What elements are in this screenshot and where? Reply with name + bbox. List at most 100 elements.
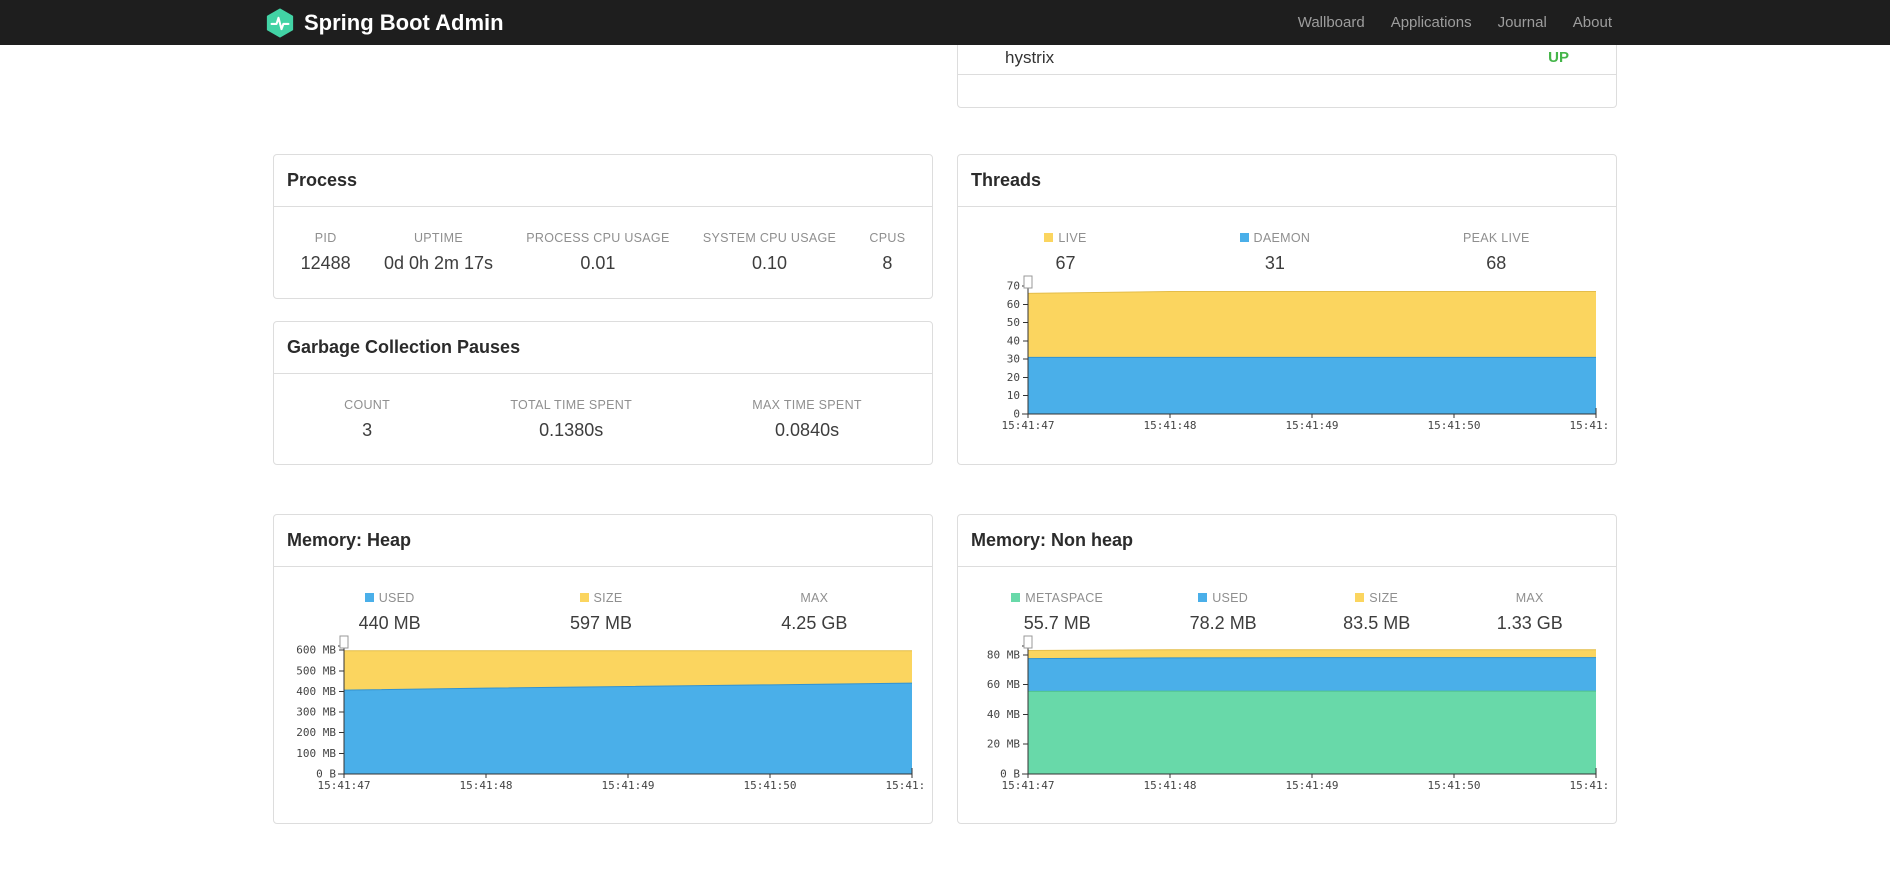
legend-item-used: USED 78.2 MB: [1190, 592, 1257, 634]
svg-text:20: 20: [1007, 371, 1020, 384]
legend-value: 440 MB: [358, 613, 421, 633]
svg-text:40: 40: [1007, 334, 1020, 347]
legend-label: USED: [1190, 592, 1257, 605]
stat-value: 0.10: [751, 253, 788, 273]
legend-item-max: MAX 1.33 GB: [1497, 592, 1563, 634]
svg-text:15:41:50: 15:41:50: [744, 779, 797, 792]
legend-label: LIVE: [1044, 232, 1086, 245]
legend-label: METASPACE: [1011, 592, 1103, 605]
svg-text:15:41:51: 15:41:51: [1570, 419, 1610, 432]
stat-label: PROCESS CPU USAGE: [526, 231, 670, 245]
process-card: Process PID 12488 UPTIME 0d 0h 2m 17s PR…: [273, 154, 933, 299]
left-column: Process PID 12488 UPTIME 0d 0h 2m 17s PR…: [273, 154, 933, 824]
legend-label: SIZE: [570, 592, 632, 605]
right-column: hystrix UP Threads LIVE 67 DAEMON 31 PEA…: [957, 8, 1617, 824]
process-stats: PID 12488 UPTIME 0d 0h 2m 17s PROCESS CP…: [274, 207, 932, 274]
gc-stats: COUNT 3 TOTAL TIME SPENT 0.1380s MAX TIM…: [274, 374, 932, 441]
stat-gc-count: COUNT 3: [344, 399, 390, 441]
stat-label: SYSTEM CPU USAGE: [702, 231, 837, 245]
svg-text:100 MB: 100 MB: [296, 747, 336, 760]
stat-value: 0d 0h 2m 17s: [383, 253, 494, 273]
legend-label: MAX: [1515, 591, 1544, 605]
stat-gc-max-time: MAX TIME SPENT 0.0840s: [752, 399, 862, 441]
stat-label: TOTAL TIME SPENT: [510, 398, 633, 412]
legend-item-used: USED 440 MB: [359, 592, 421, 634]
legend-label: SIZE: [1343, 592, 1410, 605]
legend-value: 78.2 MB: [1189, 613, 1257, 633]
size-color-swatch: [579, 593, 589, 602]
used-color-swatch: [364, 593, 374, 602]
svg-text:15:41:49: 15:41:49: [1286, 779, 1339, 792]
legend-item-daemon: DAEMON 31: [1239, 232, 1311, 274]
stat-process-cpu: PROCESS CPU USAGE 0.01: [526, 232, 669, 274]
nav-link-wallboard[interactable]: Wallboard: [1285, 14, 1378, 31]
application-name[interactable]: hystrix: [1005, 48, 1054, 68]
legend-value: 83.5 MB: [1343, 613, 1411, 633]
dashboard-columns: Process PID 12488 UPTIME 0d 0h 2m 17s PR…: [273, 8, 1617, 824]
svg-text:20 MB: 20 MB: [987, 738, 1020, 751]
memory-nonheap-card: Memory: Non heap METASPACE 55.7 MB USED …: [957, 514, 1617, 824]
stat-label: UPTIME: [413, 231, 463, 245]
svg-text:15:41:49: 15:41:49: [1286, 419, 1339, 432]
legend-value: 1.33 GB: [1496, 613, 1563, 633]
memory-nonheap-chart: 0 B 20 MB 40 MB 60 MB 80 MB 15:41:47 15:41:48 1…: [958, 634, 1616, 801]
svg-text:15:41:50: 15:41:50: [1428, 779, 1481, 792]
svg-text:15:41:48: 15:41:48: [1144, 779, 1197, 792]
stat-value: 8: [882, 253, 893, 273]
gc-card-title: Garbage Collection Pauses: [274, 322, 932, 374]
svg-text:15:41:47: 15:41:47: [318, 779, 371, 792]
legend-value: 597 MB: [569, 613, 633, 633]
stat-pid: PID 12488: [301, 232, 351, 274]
brand[interactable]: Spring Boot Admin: [265, 7, 504, 38]
legend-item-live: LIVE 67: [1044, 232, 1086, 274]
nav-link-applications[interactable]: Applications: [1378, 14, 1485, 31]
metaspace-color-swatch: [1011, 593, 1021, 602]
svg-text:15:41:50: 15:41:50: [1428, 419, 1481, 432]
svg-text:400 MB: 400 MB: [296, 685, 336, 698]
process-card-title: Process: [274, 155, 932, 207]
legend-item-size: SIZE 83.5 MB: [1343, 592, 1410, 634]
legend-value: 55.7 MB: [1023, 613, 1091, 633]
stat-value: 0.1380s: [539, 420, 604, 440]
threads-chart: 0 10 20 30 40 50 60 70 15:41:47 15:41:48 15:41:49 1…: [958, 274, 1616, 441]
stat-label: COUNT: [344, 398, 391, 412]
stat-cpus: CPUS 8: [869, 232, 905, 274]
threads-card: Threads LIVE 67 DAEMON 31 PEAK LIVE 68 0…: [957, 154, 1617, 465]
application-row[interactable]: hystrix UP: [958, 41, 1616, 75]
svg-text:50: 50: [1007, 316, 1020, 329]
svg-text:15:41:48: 15:41:48: [1144, 419, 1197, 432]
svg-text:600 MB: 600 MB: [296, 644, 336, 657]
legend-value: 31: [1264, 253, 1285, 273]
used-color-swatch: [1198, 593, 1208, 602]
svg-text:15:41:51: 15:41:51: [886, 779, 926, 792]
svg-text:15:41:47: 15:41:47: [1002, 779, 1055, 792]
svg-text:15:41:48: 15:41:48: [460, 779, 513, 792]
spring-boot-admin-logo-icon: [265, 7, 295, 38]
svg-text:500 MB: 500 MB: [296, 664, 336, 677]
chart-svg: 0 B20 MB40 MB60 MB80 MB15:41:47 15:41:48 1…: [987, 635, 1616, 792]
stat-value: 0.01: [580, 253, 616, 273]
legend-item-size: SIZE 597 MB: [570, 592, 632, 634]
legend-label: USED: [359, 592, 421, 605]
stat-system-cpu: SYSTEM CPU USAGE 0.10: [703, 232, 836, 274]
nav-link-about[interactable]: About: [1560, 14, 1625, 31]
legend-label: MAX: [800, 591, 829, 605]
stat-value: 12488: [300, 253, 351, 273]
svg-text:70: 70: [1007, 280, 1020, 293]
threads-card-title: Threads: [958, 155, 1616, 207]
navbar-container: Spring Boot Admin Wallboard Applications…: [265, 0, 1625, 45]
stat-label: MAX TIME SPENT: [752, 398, 862, 412]
svg-text:30: 30: [1007, 353, 1020, 366]
svg-text:15:41:49: 15:41:49: [602, 779, 655, 792]
threads-legend: LIVE 67 DAEMON 31 PEAK LIVE 68: [958, 207, 1616, 274]
daemon-color-swatch: [1239, 233, 1249, 242]
svg-text:300 MB: 300 MB: [296, 706, 336, 719]
memory-heap-card: Memory: Heap USED 440 MB SIZE 597 MB MAX…: [273, 514, 933, 824]
application-status-badge: UP: [1548, 49, 1569, 66]
svg-text:60: 60: [1007, 298, 1020, 311]
chart-svg: 0 B100 MB200 MB300 MB400 MB500 MB600 MB1…: [296, 635, 932, 792]
stat-value: 3: [362, 420, 373, 440]
nav-link-journal[interactable]: Journal: [1485, 14, 1560, 31]
chart-svg: 01020304050607015:41:47 15:41:48 15:41:49 1…: [1002, 275, 1616, 432]
memory-heap-card-title: Memory: Heap: [274, 515, 932, 567]
